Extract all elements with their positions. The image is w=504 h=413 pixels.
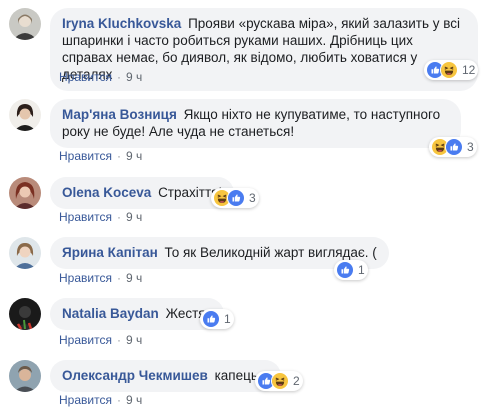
- like-link[interactable]: Нравится: [59, 210, 112, 224]
- comment-bubble: Natalia Baydan Жестяк: [50, 298, 224, 330]
- separator-dot: ·: [116, 210, 121, 224]
- reaction-summary[interactable]: 1: [334, 260, 368, 280]
- comment-meta: Нравится · 9 ч: [59, 70, 142, 84]
- comment-meta: Нравится · 9 ч: [59, 271, 142, 285]
- reaction-count: 2: [293, 374, 300, 388]
- comment-time[interactable]: 9 ч: [126, 333, 142, 347]
- like-link[interactable]: Нравится: [59, 393, 112, 407]
- avatar[interactable]: [9, 177, 41, 209]
- laughing-face-reaction-icon: [271, 372, 289, 390]
- comment-meta: Нравится · 9 ч: [59, 333, 142, 347]
- comment-author[interactable]: Iryna Kluchkovska: [62, 16, 181, 31]
- separator-dot: ·: [116, 271, 121, 285]
- comment-bubble: Мар'яна Возниця Якщо ніхто не купуватиме…: [50, 99, 461, 148]
- avatar[interactable]: [9, 237, 41, 269]
- comment-time[interactable]: 9 ч: [126, 271, 142, 285]
- like-link[interactable]: Нравится: [59, 271, 112, 285]
- laughing-face-reaction-icon: [440, 61, 458, 79]
- reaction-count: 1: [358, 263, 365, 277]
- reaction-count: 3: [467, 140, 474, 154]
- reaction-count: 3: [249, 191, 256, 205]
- reaction-count: 1: [224, 312, 231, 326]
- thumbs-up-reaction-icon: [202, 310, 220, 328]
- comment-meta: Нравится · 9 ч: [59, 149, 142, 163]
- comment-meta: Нравится · 9 ч: [59, 210, 142, 224]
- comment-author[interactable]: Мар'яна Возниця: [62, 107, 177, 122]
- avatar[interactable]: [9, 298, 41, 330]
- avatar[interactable]: [9, 360, 41, 392]
- separator-dot: ·: [116, 393, 121, 407]
- reaction-summary[interactable]: 3: [429, 137, 477, 157]
- reaction-summary[interactable]: 2: [255, 371, 303, 391]
- separator-dot: ·: [116, 70, 121, 84]
- like-link[interactable]: Нравится: [59, 70, 112, 84]
- avatar[interactable]: [9, 8, 41, 40]
- reaction-summary[interactable]: 3: [211, 188, 259, 208]
- comment-bubble: Олександр Чекмишев капець...: [50, 360, 282, 392]
- comment-bubble: Olena Koceva Страхіття!: [50, 177, 235, 209]
- comment-meta: Нравится · 9 ч: [59, 393, 142, 407]
- separator-dot: ·: [116, 333, 121, 347]
- comment-text: То як Великодній жарт виглядає. (: [164, 245, 377, 260]
- thumbs-up-reaction-icon: [227, 189, 245, 207]
- comment-author[interactable]: Олександр Чекмишев: [62, 368, 208, 383]
- comment-time[interactable]: 9 ч: [126, 393, 142, 407]
- thumbs-up-reaction-icon: [445, 138, 463, 156]
- comment-author[interactable]: Ярина Капітан: [62, 245, 158, 260]
- separator-dot: ·: [116, 149, 121, 163]
- comment-time[interactable]: 9 ч: [126, 149, 142, 163]
- thumbs-up-reaction-icon: [336, 261, 354, 279]
- comment-author[interactable]: Olena Koceva: [62, 185, 151, 200]
- comment-time[interactable]: 9 ч: [126, 70, 142, 84]
- comment-time[interactable]: 9 ч: [126, 210, 142, 224]
- avatar[interactable]: [9, 99, 41, 131]
- comment-author[interactable]: Natalia Baydan: [62, 306, 159, 321]
- reaction-count: 12: [462, 63, 476, 77]
- reaction-summary[interactable]: 12: [424, 60, 479, 80]
- like-link[interactable]: Нравится: [59, 149, 112, 163]
- like-link[interactable]: Нравится: [59, 333, 112, 347]
- reaction-summary[interactable]: 1: [200, 309, 234, 329]
